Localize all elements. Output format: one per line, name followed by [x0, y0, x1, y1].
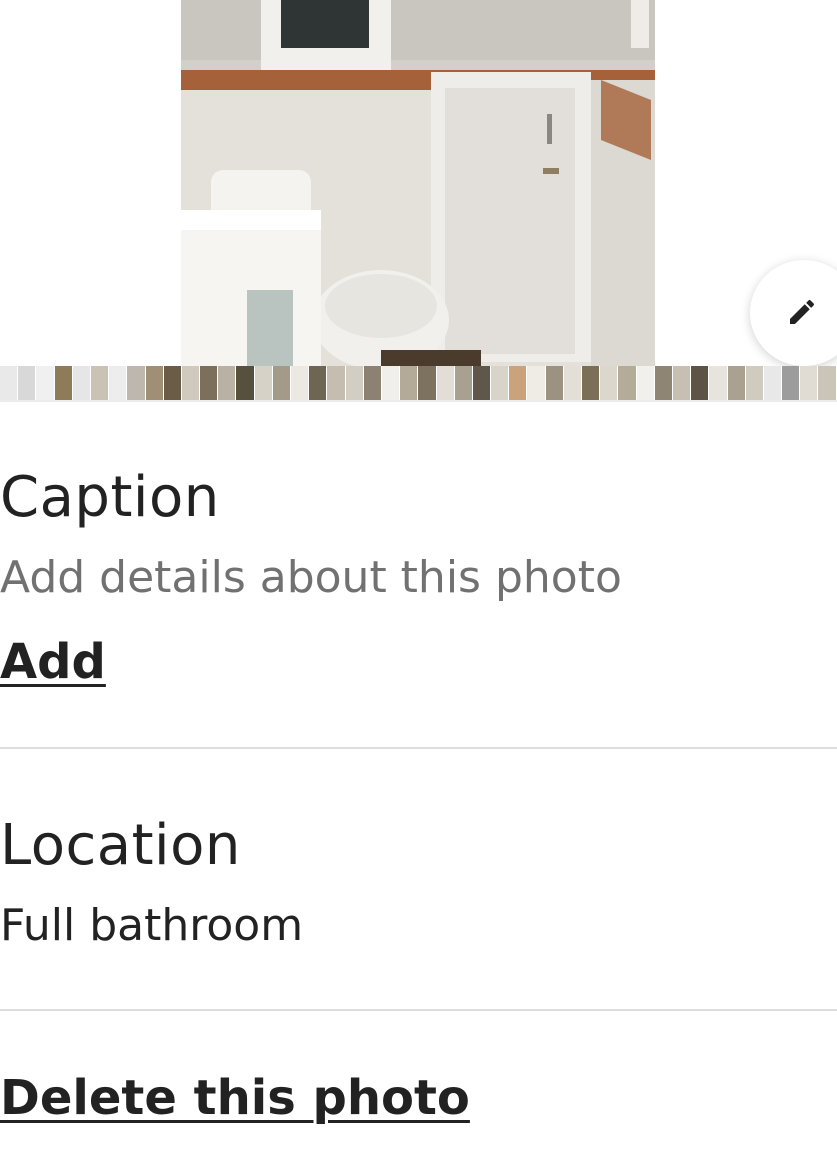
filmstrip-thumbnail[interactable] — [327, 366, 346, 400]
filmstrip-thumbnail[interactable] — [527, 366, 546, 400]
add-caption-button[interactable]: Add — [0, 638, 106, 686]
filmstrip-thumbnail[interactable] — [254, 366, 273, 400]
filmstrip-thumbnail[interactable] — [454, 366, 473, 400]
filmstrip-thumbnail[interactable] — [472, 366, 492, 400]
location-value[interactable]: Full bathroom — [0, 904, 837, 948]
filmstrip-thumbnail[interactable] — [818, 366, 837, 400]
filmstrip-thumbnail[interactable] — [545, 366, 564, 400]
filmstrip-thumbnail[interactable] — [127, 366, 146, 400]
filmstrip-thumbnail[interactable] — [672, 366, 692, 400]
filmstrip-thumbnail[interactable] — [0, 366, 19, 400]
filmstrip-thumbnail[interactable] — [109, 366, 128, 400]
filmstrip-thumbnail[interactable] — [582, 366, 601, 400]
filmstrip-thumbnail[interactable] — [181, 366, 201, 400]
filmstrip-thumbnail[interactable] — [145, 366, 164, 400]
filmstrip-thumbnail[interactable] — [236, 366, 255, 400]
filmstrip-thumbnail[interactable] — [272, 366, 291, 400]
filmstrip-thumbnail[interactable] — [72, 366, 91, 400]
photo-viewer — [0, 0, 837, 366]
filmstrip-thumbnail[interactable] — [363, 366, 382, 400]
filmstrip-thumbnail[interactable] — [309, 366, 328, 400]
filmstrip-thumbnail[interactable] — [291, 366, 310, 400]
filmstrip-thumbnail[interactable] — [436, 366, 455, 400]
filmstrip-thumbnail[interactable] — [654, 366, 673, 400]
filmstrip-thumbnail[interactable] — [636, 366, 655, 400]
filmstrip-thumbnail[interactable] — [782, 366, 801, 400]
delete-photo-button[interactable]: Delete this photo — [0, 1074, 470, 1122]
filmstrip-thumbnail[interactable] — [90, 366, 110, 400]
filmstrip-thumbnail[interactable] — [36, 366, 55, 400]
caption-title: Caption — [0, 465, 220, 530]
filmstrip-thumbnail[interactable] — [800, 366, 819, 400]
filmstrip-thumbnail[interactable] — [200, 366, 219, 400]
filmstrip-thumbnail[interactable] — [400, 366, 419, 400]
delete-section: Delete this photo — [0, 1074, 837, 1122]
location-title: Location — [0, 813, 241, 878]
filmstrip-thumbnail[interactable] — [691, 366, 710, 400]
filmstrip-thumbnail[interactable] — [763, 366, 783, 400]
bathroom-photo — [181, 0, 655, 366]
filmstrip-thumbnail[interactable] — [563, 366, 582, 400]
filmstrip-thumbnail[interactable] — [491, 366, 510, 400]
filmstrip-thumbnail[interactable] — [345, 366, 364, 400]
filmstrip-thumbnail[interactable] — [509, 366, 528, 400]
filmstrip-thumbnail[interactable] — [18, 366, 37, 400]
filmstrip-thumbnail[interactable] — [54, 366, 73, 400]
filmstrip-thumbnail[interactable] — [727, 366, 746, 400]
photo-filmstrip[interactable] — [0, 366, 837, 402]
divider — [0, 747, 837, 749]
divider — [0, 1009, 837, 1011]
filmstrip-thumbnail[interactable] — [381, 366, 401, 400]
bathroom-photo-image — [181, 0, 655, 366]
pencil-icon — [790, 299, 815, 324]
filmstrip-thumbnail[interactable] — [709, 366, 728, 400]
filmstrip-thumbnail[interactable] — [218, 366, 237, 400]
filmstrip-thumbnail[interactable] — [745, 366, 764, 400]
filmstrip-thumbnail[interactable] — [163, 366, 182, 400]
caption-section: Caption Add details about this photo Add — [0, 465, 837, 687]
filmstrip-thumbnail[interactable] — [618, 366, 637, 400]
location-section: Location Full bathroom — [0, 818, 837, 948]
edit-photo-button[interactable] — [750, 260, 837, 366]
filmstrip-thumbnail[interactable] — [600, 366, 619, 400]
caption-placeholder: Add details about this photo — [0, 552, 622, 603]
filmstrip-thumbnail[interactable] — [418, 366, 437, 400]
